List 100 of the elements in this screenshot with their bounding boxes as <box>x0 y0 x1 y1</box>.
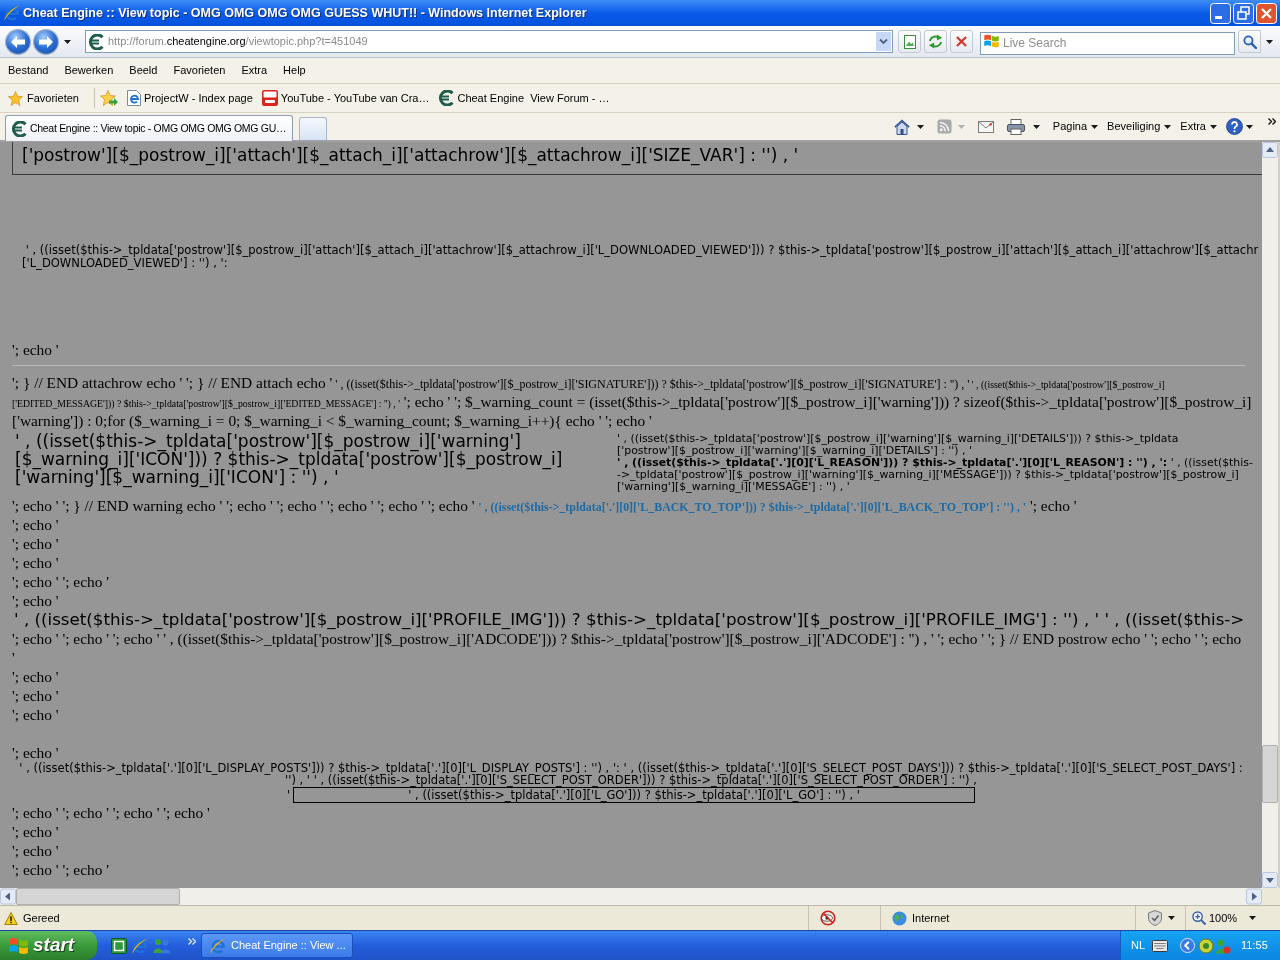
compatibility-button[interactable] <box>898 30 921 53</box>
code-line: '; echo ' '; echo ' '; echo ' '; echo ' <box>12 803 210 822</box>
restore-icon[interactable] <box>1233 2 1254 24</box>
dropdown-icon[interactable] <box>876 32 891 51</box>
code-text: ' , ((isset($this->_tpldata['.'][0]['L_DISPLAY_POSTS'])) ? $this->_tpldata['.'][0]['L_DISPLAY_POSTS'] : '') , ': ' , ((isset($this->_tpldata['.'][0]['S_SELECT_POST_DAYS'])) ? $this->_tpldata['.'][0]['S_SELECT_POST_DAYS'] : '') , ' ' , ((isset($this->_tpldata['.'][0]['S_SELECT_POST_ORDER'])) ? $this->_tpldata['.'][0]['S_SELECT_POST_ORDER'] : '') , <box>19 762 1243 786</box>
caret-icon[interactable] <box>1032 124 1040 129</box>
favorite-link[interactable]: ProjectW - Index page <box>127 89 253 107</box>
add-favorite-icon[interactable] <box>100 90 118 106</box>
code-line: '; echo ' <box>12 667 59 686</box>
star-icon <box>8 90 23 106</box>
minimize-icon[interactable] <box>1210 2 1231 24</box>
scroll-left-icon[interactable] <box>0 888 16 905</box>
flag-logo-icon <box>984 34 999 48</box>
caret-icon[interactable] <box>1091 124 1099 129</box>
code-line: '; echo ' <box>12 841 59 860</box>
eye-blocked-icon[interactable] <box>819 910 836 926</box>
caret-icon[interactable] <box>64 39 71 44</box>
browser-logo-icon <box>4 5 20 21</box>
back-icon[interactable] <box>5 28 31 55</box>
close-icon <box>956 36 967 47</box>
scroll-right-icon[interactable] <box>1246 888 1262 905</box>
browser-logo-icon[interactable] <box>132 937 148 954</box>
menu-item[interactable]: Extra <box>233 60 276 81</box>
code-line: '; echo ' <box>12 591 59 610</box>
scrollbar-thumb[interactable] <box>16 888 180 905</box>
url-text: http://forum.cheatengine.org/viewtopic.php?t=451049 <box>108 34 368 50</box>
warning-icon <box>4 911 18 925</box>
home-icon[interactable] <box>893 118 910 135</box>
code-line: '; echo ' '; echo ' <box>12 860 109 879</box>
clock: 11:55 <box>1241 938 1268 954</box>
code-text: '; echo ' '; } // END warning echo ' '; echo ' '; echo ' '; echo ' '; echo ' '; echo ' <box>12 497 476 514</box>
close-icon[interactable] <box>1256 2 1277 24</box>
menu-item[interactable]: Favorieten <box>165 60 234 81</box>
forward-icon[interactable] <box>33 28 59 55</box>
code-line: '; echo ' '; echo ' <box>12 572 109 591</box>
go-button[interactable]: ' , ((isset($this->_tpldata['.'][0]['L_GO'])) ? $this->_tpldata['.'][0]['L_GO'] : '') , ' <box>293 787 975 803</box>
menu-item[interactable]: Help <box>275 60 314 81</box>
shield-icon[interactable] <box>1148 910 1162 926</box>
command-menu[interactable]: Beveiliging <box>1107 118 1172 135</box>
code-text: ' , ((isset($this->_tpldata['postrow'][$_postrow_i]['warning'][$_warning_i]['DETAILS'])) ? $this->_tpldata ['postrow'][$_postrow_i]['warning'][$_warning_i]['DETAILS'] : '') , ' ' , ((isset($this->_tpldata['.'][0]['L_REASON'])) ? $this->_tpldata['.'][0]['L_REASON'] : '') , ': ' , ((isset($this- ->_tpldata['postrow'][$_postrow_i]['warning'][$_warning_i]['MESSAGE'])) ? $this->_tpldata['postrow'][$_postrow_i] ['warning'][$_warning_i]['MESSAGE'] : '') , ' <box>617 433 1253 493</box>
browser-logo-icon <box>210 937 226 954</box>
flag-logo-icon <box>9 936 28 955</box>
caret-icon[interactable] <box>1266 39 1273 44</box>
search-button[interactable] <box>1238 30 1261 53</box>
video-logo-icon <box>261 90 278 106</box>
start-button[interactable]: start <box>0 931 97 960</box>
code-line: '; echo ' <box>12 553 59 572</box>
site-logo-icon <box>11 120 27 137</box>
help-icon[interactable] <box>1226 118 1243 135</box>
search-icon <box>1242 34 1257 49</box>
tray-app-icon[interactable] <box>1198 937 1215 954</box>
menu-item[interactable]: Bewerken <box>56 60 122 81</box>
code-text: ' , ((isset($this->_tpldata['postrow'][$_postrow_i]['attach'][$_attach_i]['attachrow'][$_attachrow_i]['L_DOWNLOADED_VIEWED'])) ? $this->_tpldata['postrow'][$_postrow_i]['attach'][$_attach_i]['attachrow'][$_attachr ['L_DOWNLOADED_VIEWED'] : '') , ': <box>22 244 1259 270</box>
code-line: '; echo ' <box>12 340 59 359</box>
favorite-link[interactable]: Cheat Engine View Forum - … <box>438 89 610 107</box>
site-logo-icon <box>88 33 104 50</box>
code-line: '; echo ' <box>12 534 59 553</box>
globe-icon <box>892 910 907 926</box>
command-menu[interactable]: Extra <box>1180 118 1217 135</box>
menu-item[interactable]: Beeld <box>121 60 166 81</box>
command-menu[interactable]: Pagina <box>1052 118 1099 135</box>
caret-icon[interactable] <box>1164 124 1172 129</box>
page-picture-icon <box>903 34 916 49</box>
caret-icon[interactable] <box>1246 124 1253 129</box>
favorites-button[interactable]: Favorieten <box>5 87 82 109</box>
stop-button[interactable] <box>950 30 973 53</box>
code-text: '; echo ' '; echo ' '; echo ' ' , ((isset($this->_tpldata['postrow'][$_postrow_i]['ADCODE'])) ? $this->_tpldata['postrow'][$_postrow_i]['ADCODE'] : '') , ' '; echo ' '; } // END postrow echo ' '; echo ' '; echo ' <box>12 629 1242 667</box>
keyboard-icon[interactable] <box>1152 939 1169 952</box>
address-field[interactable]: http://forum.cheatengine.org/viewtopic.php?t=451049 <box>85 30 893 53</box>
window-title: Cheat Engine :: View topic - OMG OMG OMG OMG GUESS WHUT!! - Windows Internet Explorer <box>23 4 587 22</box>
tab[interactable]: Cheat Engine :: View topic - OMG OMG OMG OMG GU… <box>5 115 294 141</box>
code-line: '; echo ' <box>12 515 59 534</box>
page-logo-icon <box>127 90 141 106</box>
horizontal-scrollbar[interactable] <box>0 888 1280 905</box>
printer-icon[interactable] <box>1006 118 1025 135</box>
status-text: Gereed <box>23 910 60 926</box>
code-line: '; echo ' <box>12 743 59 762</box>
zoom-icon <box>1192 911 1206 925</box>
mail-icon[interactable] <box>977 120 994 133</box>
code-text: '; echo ' <box>1028 497 1077 514</box>
caret-icon[interactable] <box>916 124 924 129</box>
menu-item[interactable]: Bestand <box>0 60 57 81</box>
site-logo-icon <box>438 90 455 106</box>
code-line: '; echo ' <box>12 705 59 724</box>
favorite-link[interactable]: YouTube - YouTube van Cra… <box>261 89 430 107</box>
refresh-icon <box>928 34 943 49</box>
app-tile-icon[interactable] <box>111 937 127 954</box>
caret-icon[interactable] <box>1168 916 1175 920</box>
code-line: ['postrow'][$_postrow_i]['attach'][$_attach_i]['attachrow'][$_attachrow_i]['SIZE_VAR'] : '') , ' <box>22 144 799 166</box>
caret-icon[interactable] <box>1210 124 1217 129</box>
code-line: '; echo ' <box>12 822 59 841</box>
search-field[interactable]: Live Search <box>980 31 1235 55</box>
refresh-button[interactable] <box>924 30 947 53</box>
code-text: '; } // END attachrow echo ' '; } // END attach echo ' ' , ((isset($this->_tpldata['postrow'][$_postrow_i]['SIGNATURE'])) ? $this->_tpldata['postrow'][$_postrow_i]['SIGNATURE'] : '') , ' ' , ((isset($this->_tpldata['postrow'][$_postrow_i] ['EDITED_MESSAGE'])) ? $this->_tpldata['postrow'][$_postrow_i]['EDITED_MESSAGE'] : '') , ' '; echo ' '; $_warning_count = (isset($this->_tpldata['postrow'][$_postrow_i]['warning'])) ? sizeof($this->_tpldata['postrow'][$_postrow_i] ['warning']) : 0;for ($_warning_i = 0; $_warning_i < $_warning_count; $_warning_i++){ echo ' '; echo ' <box>12 373 1252 430</box>
code-text: ' , ((isset($this->_tpldata['postrow'][$_postrow_i]['warning'] [$_warning_i]['ICON'])) ? $this->_tpldata['postrow'][$_postrow_i] ['warning'][$_warning_i]['ICON'] : '') , ' <box>15 432 563 486</box>
code-line: ' , ((isset($this->_tpldata['postrow'][$_postrow_i]['PROFILE_IMG'])) ? $this->_tpldata['postrow'][$_postrow_i]['PROFILE_IMG'] : '') , ' ' , ((isset($this-> <box>14 610 1245 629</box>
zone-text: Internet <box>912 910 950 926</box>
chevron-icon[interactable] <box>1268 118 1276 125</box>
caret-icon[interactable] <box>1249 916 1256 920</box>
code-line: '; echo ' <box>12 686 59 705</box>
